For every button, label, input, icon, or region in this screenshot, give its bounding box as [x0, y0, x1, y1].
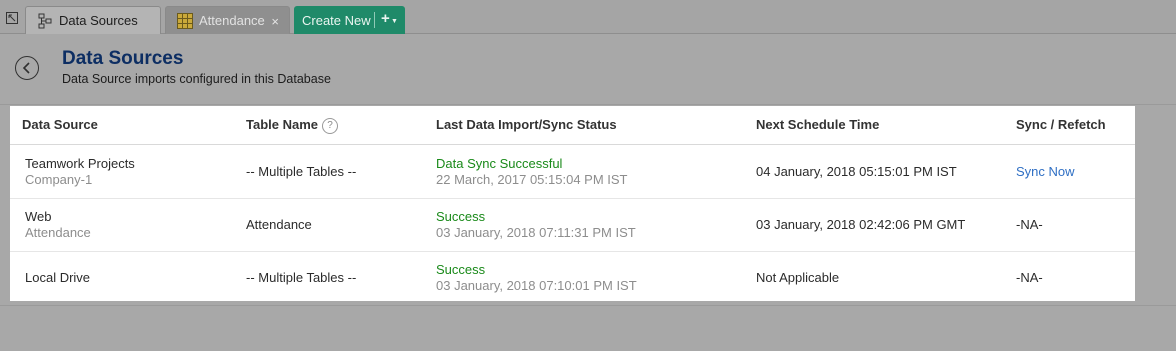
table-grid-icon: [177, 12, 193, 29]
sync-status-time: 22 March, 2017 05:15:04 PM IST: [436, 172, 628, 187]
sync-refetch-value: -NA-: [1016, 217, 1043, 232]
column-header-last-import: Last Data Import/Sync Status: [436, 117, 617, 132]
next-schedule-time: 04 January, 2018 05:15:01 PM IST: [756, 164, 957, 179]
close-icon[interactable]: ×: [271, 14, 279, 29]
back-arrow-icon: [22, 62, 30, 74]
table-row: Local Drive Success 03 January, 2018 07:…: [10, 252, 1135, 305]
data-source-sub: Company-1: [25, 172, 93, 187]
sync-status: Success: [436, 262, 486, 277]
next-schedule-time: Not Applicable: [756, 270, 840, 285]
plus-icon[interactable]: +: [381, 10, 390, 27]
tab-bar: Data Sources Attendance × Create New + ▼: [0, 0, 1176, 34]
sync-status-time: 03 January, 2018 07:10:01 PM IST: [436, 278, 637, 293]
expand-icon[interactable]: [6, 12, 18, 24]
next-schedule-time: 03 January, 2018 02:42:06 PM GMT: [756, 217, 966, 232]
table-name: -- Multiple Tables --: [246, 270, 357, 285]
table-row: Teamwork Projects Company-1 -- Multiple …: [10, 146, 1135, 199]
table-name: -- Multiple Tables --: [246, 164, 357, 179]
column-header-next-schedule: Next Schedule Time: [756, 117, 880, 132]
sync-status: Success: [436, 209, 486, 224]
column-header-table-name: Table Name?: [246, 117, 339, 134]
table-row: Web Attendance Attendance Success 03 Jan…: [10, 199, 1135, 252]
create-new-divider: [374, 12, 375, 28]
data-sources-icon: [38, 13, 52, 28]
sync-status: Data Sync Successful: [436, 156, 563, 171]
tab-attendance[interactable]: Attendance ×: [165, 6, 290, 34]
column-header-data-source: Data Source: [22, 117, 98, 132]
back-button[interactable]: [15, 56, 39, 80]
sync-refetch-value: -NA-: [1016, 270, 1043, 285]
data-source-sub: Attendance: [25, 225, 91, 240]
sync-status-time: 03 January, 2018 07:11:31 PM IST: [436, 225, 636, 240]
create-new-button[interactable]: Create New + ▼: [294, 6, 405, 34]
column-header-sync: Sync / Refetch: [1016, 117, 1106, 132]
tab-data-sources-label: Data Sources: [59, 13, 138, 28]
table-name: Attendance: [246, 217, 312, 232]
create-new-label: Create New: [302, 12, 371, 28]
data-source-name: Teamwork Projects: [25, 156, 135, 171]
tab-attendance-label: Attendance: [199, 13, 265, 28]
sync-now-link[interactable]: Sync Now: [1016, 164, 1075, 179]
chevron-down-icon[interactable]: ▼: [391, 18, 398, 25]
data-source-name: Local Drive: [25, 270, 91, 285]
data-source-name: Web: [25, 209, 52, 224]
table-header: Data Source Table Name? Last Data Import…: [10, 106, 1135, 145]
help-icon[interactable]: ?: [322, 118, 339, 134]
footer-divider: [0, 305, 1176, 306]
column-header-table-name-label: Table Name: [246, 117, 319, 132]
header-divider: [0, 104, 1176, 105]
page-title: Data Sources: [62, 48, 184, 69]
page-subtitle: Data Source imports configured in this D…: [62, 72, 331, 86]
data-sources-table: Data Source Table Name? Last Data Import…: [10, 106, 1135, 301]
tab-data-sources[interactable]: Data Sources: [25, 6, 161, 34]
